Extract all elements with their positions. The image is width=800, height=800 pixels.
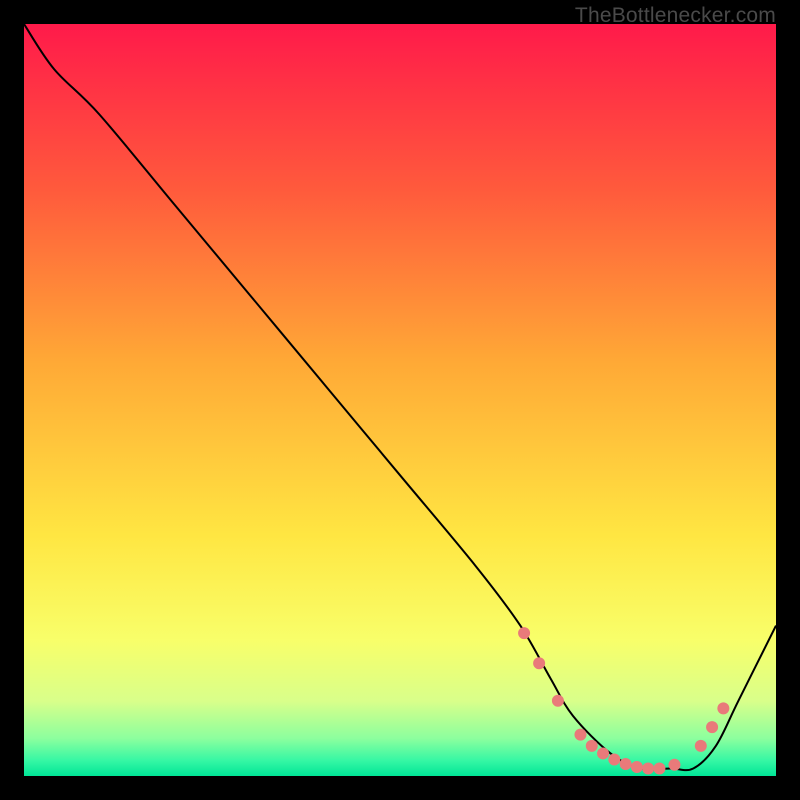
data-marker — [586, 740, 598, 752]
data-marker — [518, 627, 530, 639]
data-marker — [533, 657, 545, 669]
data-marker — [668, 759, 680, 771]
data-marker — [620, 758, 632, 770]
data-marker — [653, 762, 665, 774]
data-marker — [695, 740, 707, 752]
data-marker — [597, 747, 609, 759]
data-marker — [574, 729, 586, 741]
data-marker — [642, 762, 654, 774]
gradient-background — [24, 24, 776, 776]
data-marker — [706, 721, 718, 733]
chart-container: TheBottlenecker.com — [0, 0, 800, 800]
data-marker — [631, 761, 643, 773]
data-marker — [608, 753, 620, 765]
data-marker — [717, 702, 729, 714]
plot-area — [24, 24, 776, 776]
chart-svg — [24, 24, 776, 776]
data-marker — [552, 695, 564, 707]
